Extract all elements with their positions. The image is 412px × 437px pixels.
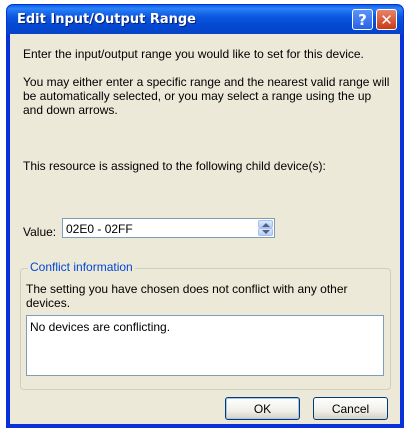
dialog-client-area: Enter the input/output range you would l… [10,34,400,424]
spin-up-button[interactable] [258,220,273,228]
title-bar[interactable]: Edit Input/Output Range ? ✕ [7,5,403,34]
intro-text: Enter the input/output range you would l… [23,47,364,61]
cancel-button[interactable]: Cancel [313,397,388,420]
conflict-message: The setting you have chosen does not con… [26,282,348,310]
close-button[interactable]: ✕ [376,9,397,30]
help-button[interactable]: ? [352,9,373,30]
value-label: Value: [23,225,57,239]
dialog-title: Edit Input/Output Range [17,12,196,27]
conflict-list-text: No devices are conflicting. [30,320,171,334]
conflict-group-title: Conflict information [28,260,135,274]
value-spin-field [62,218,275,238]
value-input[interactable] [63,219,257,237]
close-icon: ✕ [380,10,393,29]
ok-button[interactable]: OK [225,397,300,420]
explanation-text: You may either enter a specific range an… [23,75,390,117]
spin-down-button[interactable] [258,228,273,236]
conflict-list[interactable]: No devices are conflicting. [26,315,384,376]
value-spinner [258,220,273,236]
dialog-window: Edit Input/Output Range ? ✕ Enter the in… [6,4,404,428]
arrow-up-icon [262,223,270,227]
arrow-down-icon [262,230,270,234]
assigned-devices-text: This resource is assigned to the followi… [23,159,326,173]
help-icon: ? [358,10,367,29]
